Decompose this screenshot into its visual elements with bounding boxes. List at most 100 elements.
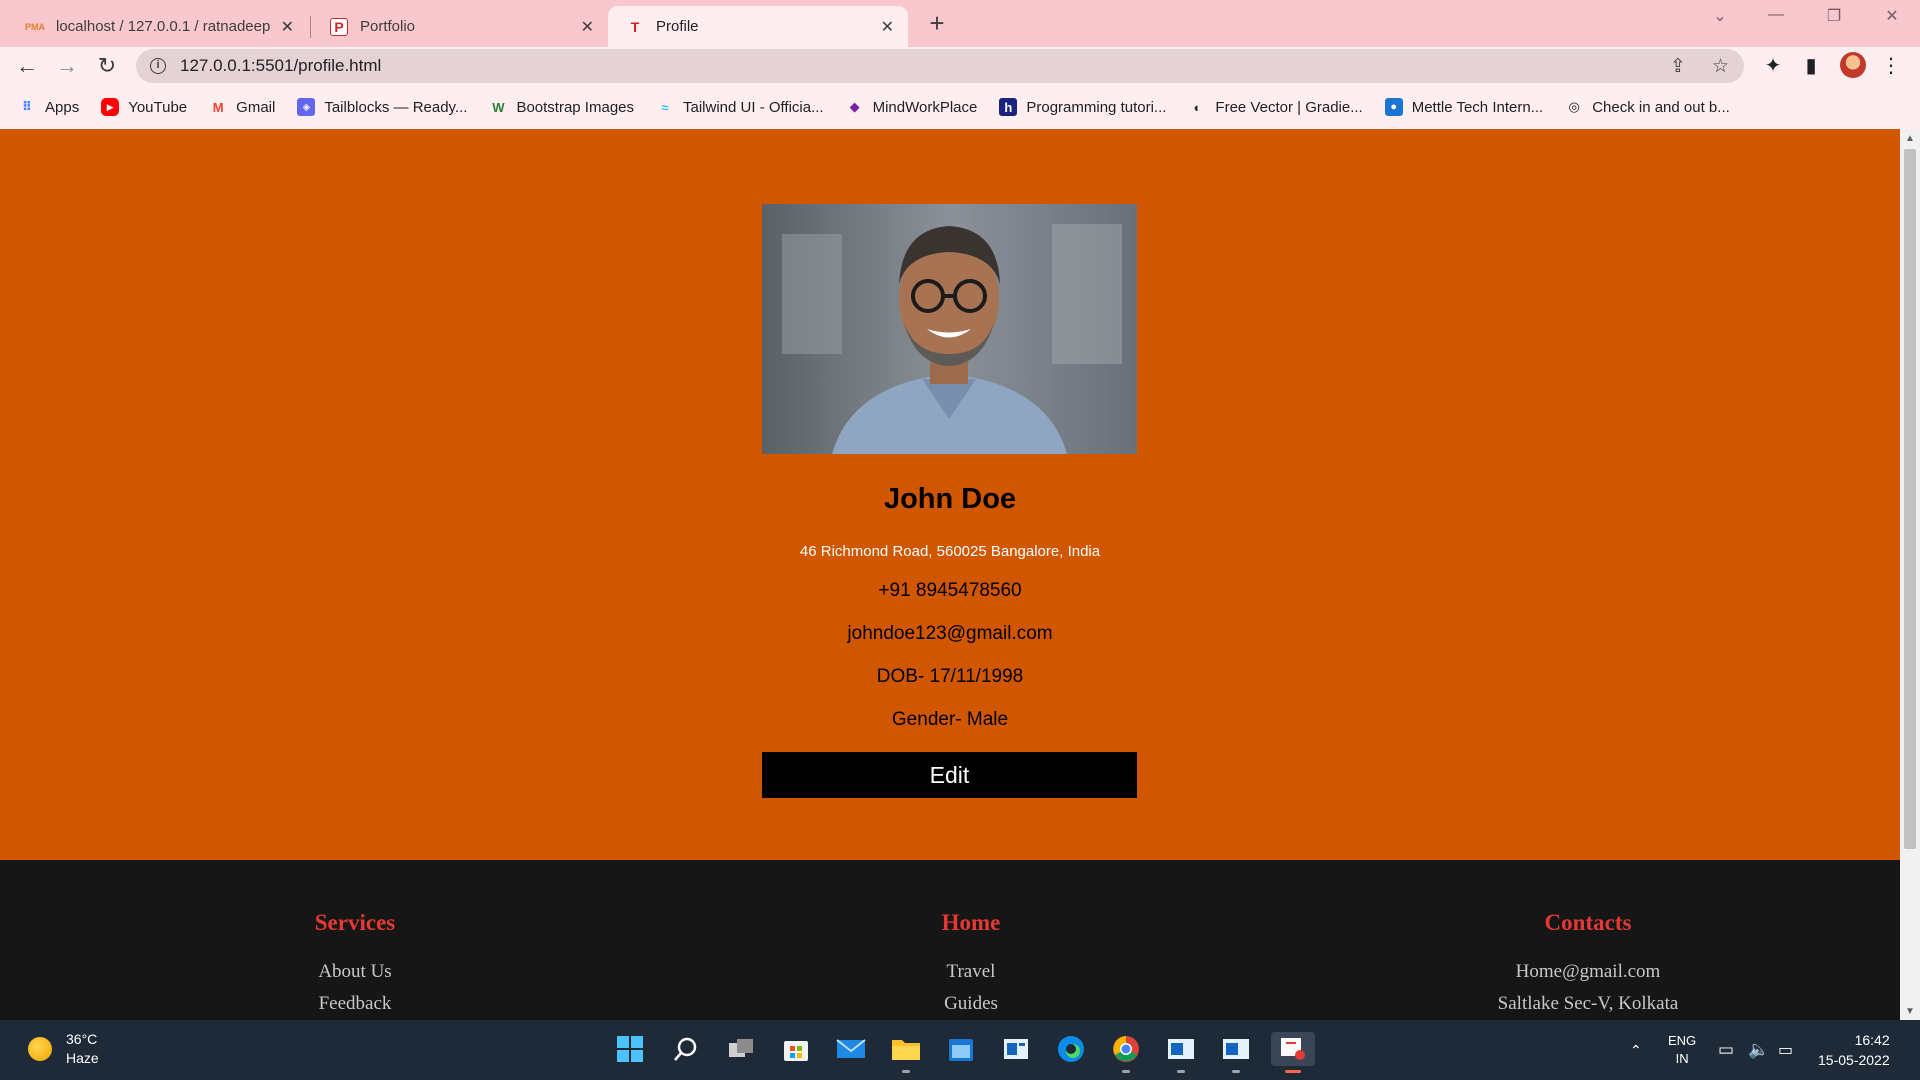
window-app-icon-1[interactable] bbox=[1164, 1032, 1198, 1073]
windows-logo-icon bbox=[617, 1036, 643, 1062]
new-tab-button[interactable]: + bbox=[922, 8, 952, 39]
reload-icon[interactable]: ↻ bbox=[92, 51, 122, 81]
footer-heading: Services bbox=[314, 910, 396, 935]
footer-heading: Contacts bbox=[1544, 910, 1632, 935]
bookmark-tailblocks[interactable]: ◈ Tailblocks — Ready... bbox=[297, 98, 467, 116]
address-url[interactable]: 127.0.0.1:5501/profile.html bbox=[180, 56, 381, 76]
youtube-icon: ▶ bbox=[101, 98, 120, 116]
mindworkplace-icon: ◆ bbox=[849, 99, 860, 114]
share-icon[interactable]: ⇪ bbox=[1670, 55, 1686, 78]
scroll-up-icon[interactable]: ▲ bbox=[1900, 133, 1920, 144]
search-icon[interactable] bbox=[669, 1032, 703, 1066]
tab-phpmyadmin[interactable]: PMA localhost / 127.0.0.1 / ratnadeep ✕ bbox=[8, 6, 308, 47]
network-icon[interactable]: ▭ bbox=[1718, 1020, 1734, 1080]
show-hidden-icons-chevron[interactable]: ⌃ bbox=[1630, 1020, 1642, 1080]
forward-arrow-icon[interactable]: → bbox=[52, 51, 82, 81]
mail-icon[interactable] bbox=[834, 1032, 868, 1066]
back-arrow-icon[interactable]: ← bbox=[12, 51, 42, 81]
system-clock[interactable]: 16:42 15-05-2022 bbox=[1818, 1030, 1890, 1070]
footer-link[interactable]: Guides bbox=[721, 988, 1221, 1020]
file-explorer-icon[interactable] bbox=[889, 1032, 923, 1073]
checkin-icon: ◎ bbox=[1568, 99, 1580, 114]
edit-button[interactable]: Edit bbox=[762, 752, 1137, 798]
minimize-icon[interactable]: — bbox=[1756, 6, 1796, 24]
profile-address: 46 Richmond Road, 560025 Bangalore, Indi… bbox=[799, 543, 1101, 560]
bookmark-label: Gmail bbox=[236, 98, 276, 116]
page-scrollbar[interactable]: ▲ ▼ bbox=[1900, 129, 1920, 1021]
tab-profile[interactable]: T Profile ✕ bbox=[608, 6, 908, 47]
profile-t-icon: T bbox=[630, 18, 640, 35]
calendar-app-icon[interactable] bbox=[944, 1032, 978, 1066]
close-tab-icon[interactable]: ✕ bbox=[581, 17, 594, 37]
profile-photo-illustration bbox=[762, 204, 1137, 454]
tab-title: Profile bbox=[656, 18, 699, 35]
site-footer: Services About Us Feedback Home Travel G… bbox=[0, 860, 1900, 1021]
bookmark-tailwind[interactable]: ≈ Tailwind UI - Officia... bbox=[656, 98, 823, 116]
tab-portfolio[interactable]: P Portfolio ✕ bbox=[312, 6, 608, 47]
snipping-tool-icon[interactable] bbox=[1271, 1032, 1315, 1073]
bookmark-label: YouTube bbox=[128, 98, 188, 116]
tab-title: localhost / 127.0.0.1 / ratnadeep bbox=[56, 18, 271, 35]
profile-section: John Doe 46 Richmond Road, 560025 Bangal… bbox=[0, 129, 1900, 860]
footer-link[interactable]: Travel bbox=[721, 956, 1221, 988]
scroll-down-icon[interactable]: ▼ bbox=[1900, 1006, 1920, 1017]
close-window-icon[interactable]: ✕ bbox=[1872, 6, 1912, 26]
extensions-puzzle-icon[interactable]: ✦ bbox=[1760, 53, 1786, 79]
browser-toolbar: ← → ↻ i 127.0.0.1:5501/profile.html ⇪ ☆ … bbox=[0, 47, 1920, 85]
side-panel-icon[interactable]: ▮ bbox=[1798, 53, 1824, 79]
bookmark-apps[interactable]: ⠿ Apps bbox=[18, 98, 79, 116]
close-tab-icon[interactable]: ✕ bbox=[881, 17, 894, 37]
bookmark-label: MindWorkPlace bbox=[872, 98, 978, 116]
task-view-icon[interactable] bbox=[724, 1032, 758, 1066]
battery-icon[interactable]: ▭ bbox=[1778, 1020, 1793, 1080]
tab-strip: PMA localhost / 127.0.0.1 / ratnadeep ✕ … bbox=[0, 0, 1920, 47]
bookmark-bootstrap-images[interactable]: W Bootstrap Images bbox=[489, 98, 634, 116]
footer-link[interactable]: Home@gmail.com bbox=[1338, 956, 1838, 988]
profile-name: John Doe bbox=[883, 483, 1017, 515]
restore-icon[interactable]: ❐ bbox=[1814, 6, 1854, 26]
bookmark-programming[interactable]: h Programming tutori... bbox=[999, 98, 1166, 116]
bookmark-freevector[interactable]: ◐ Free Vector | Gradie... bbox=[1188, 98, 1362, 116]
bookmark-label: Check in and out b... bbox=[1592, 98, 1730, 116]
bookmark-mindworkplace[interactable]: ◆ MindWorkPlace bbox=[846, 98, 978, 116]
bookmark-checkin[interactable]: ◎ Check in and out b... bbox=[1565, 98, 1730, 116]
close-tab-icon[interactable]: ✕ bbox=[281, 17, 294, 37]
chrome-browser-icon[interactable] bbox=[1109, 1032, 1143, 1073]
tab-title: Portfolio bbox=[360, 18, 416, 35]
edge-browser-icon[interactable] bbox=[1054, 1032, 1088, 1066]
footer-link[interactable]: Feedback bbox=[105, 988, 605, 1020]
gmail-icon: M bbox=[212, 99, 224, 115]
bookmark-star-icon[interactable]: ☆ bbox=[1712, 55, 1729, 78]
tab-search-chevron-icon[interactable]: ⌄ bbox=[1700, 6, 1740, 26]
bookmark-mettle[interactable]: ● Mettle Tech Intern... bbox=[1384, 98, 1543, 116]
running-indicator bbox=[1122, 1070, 1130, 1073]
language-indicator[interactable]: ENG IN bbox=[1668, 1020, 1696, 1080]
site-info-icon[interactable]: i bbox=[150, 58, 166, 74]
address-bar[interactable]: i 127.0.0.1:5501/profile.html bbox=[136, 49, 1744, 83]
running-indicator bbox=[902, 1070, 910, 1073]
bookmark-label: Apps bbox=[45, 98, 80, 116]
windows-taskbar: 36°C Haze ⌃ ENG IN ▭ 🔈 ▭ 16:42 15-05-202… bbox=[0, 1020, 1920, 1080]
scrollbar-thumb[interactable] bbox=[1904, 149, 1916, 849]
weather-description: Haze bbox=[66, 1050, 99, 1066]
microsoft-store-icon[interactable] bbox=[779, 1032, 813, 1066]
browser-avatar[interactable] bbox=[1840, 52, 1866, 78]
window-app-icon-2[interactable] bbox=[1219, 1032, 1253, 1073]
volume-icon[interactable]: 🔈 bbox=[1748, 1020, 1769, 1080]
bookmark-youtube[interactable]: ▶ YouTube bbox=[101, 98, 187, 116]
footer-link[interactable]: About Us bbox=[105, 956, 605, 988]
portfolio-p-icon: P bbox=[330, 17, 348, 36]
news-app-icon[interactable] bbox=[999, 1032, 1033, 1066]
tailwind-icon: ≈ bbox=[661, 99, 669, 115]
weather-temperature: 36°C bbox=[66, 1031, 98, 1047]
running-indicator bbox=[1177, 1070, 1185, 1073]
phpmyadmin-icon: PMA bbox=[25, 21, 45, 32]
tailblocks-icon: ◈ bbox=[297, 98, 316, 116]
profile-email: johndoe123@gmail.com bbox=[847, 623, 1053, 644]
weather-widget[interactable]: 36°C Haze bbox=[28, 1030, 99, 1068]
start-windows-icon[interactable] bbox=[613, 1032, 647, 1066]
bookmark-gmail[interactable]: M Gmail bbox=[209, 98, 276, 116]
menu-kebab-icon[interactable]: ⋮ bbox=[1878, 53, 1904, 79]
language-code: ENG bbox=[1668, 1033, 1697, 1048]
footer-link[interactable]: Saltlake Sec-V, Kolkata bbox=[1338, 988, 1838, 1020]
